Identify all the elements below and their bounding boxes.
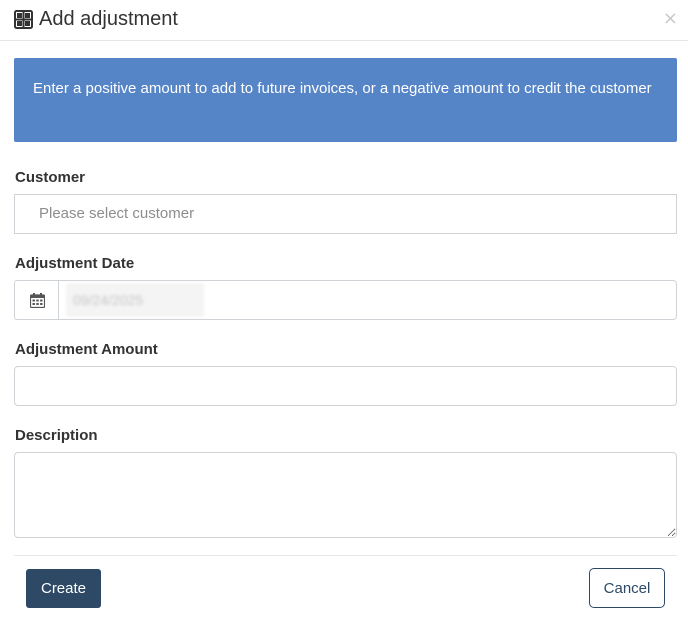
create-button[interactable]: Create: [26, 569, 101, 608]
close-button[interactable]: ×: [663, 9, 678, 29]
customer-label: Customer: [15, 169, 86, 186]
calendar-icon: [29, 292, 45, 308]
calendar-button[interactable]: [14, 280, 59, 320]
footer-divider: [14, 555, 677, 556]
description-textarea[interactable]: [14, 452, 677, 538]
customer-placeholder: Please select customer: [39, 205, 195, 222]
modal-title: Add adjustment: [39, 8, 178, 30]
description-label: Description: [15, 427, 98, 444]
add-adjustment-modal: Add adjustment × Enter a positive amount…: [0, 0, 688, 624]
modal-header: Add adjustment ×: [0, 0, 688, 41]
adjustment-amount-input[interactable]: [14, 366, 677, 406]
grid-squares-icon: [14, 10, 33, 29]
adjustment-date-value: 09/24/2025: [66, 283, 204, 317]
close-icon: ×: [662, 8, 678, 29]
info-banner: Enter a positive amount to add to future…: [14, 58, 677, 142]
adjustment-amount-label: Adjustment Amount: [15, 341, 158, 358]
customer-select[interactable]: Please select customer: [14, 194, 677, 234]
cancel-button[interactable]: Cancel: [589, 568, 665, 608]
adjustment-date-label: Adjustment Date: [15, 255, 135, 272]
